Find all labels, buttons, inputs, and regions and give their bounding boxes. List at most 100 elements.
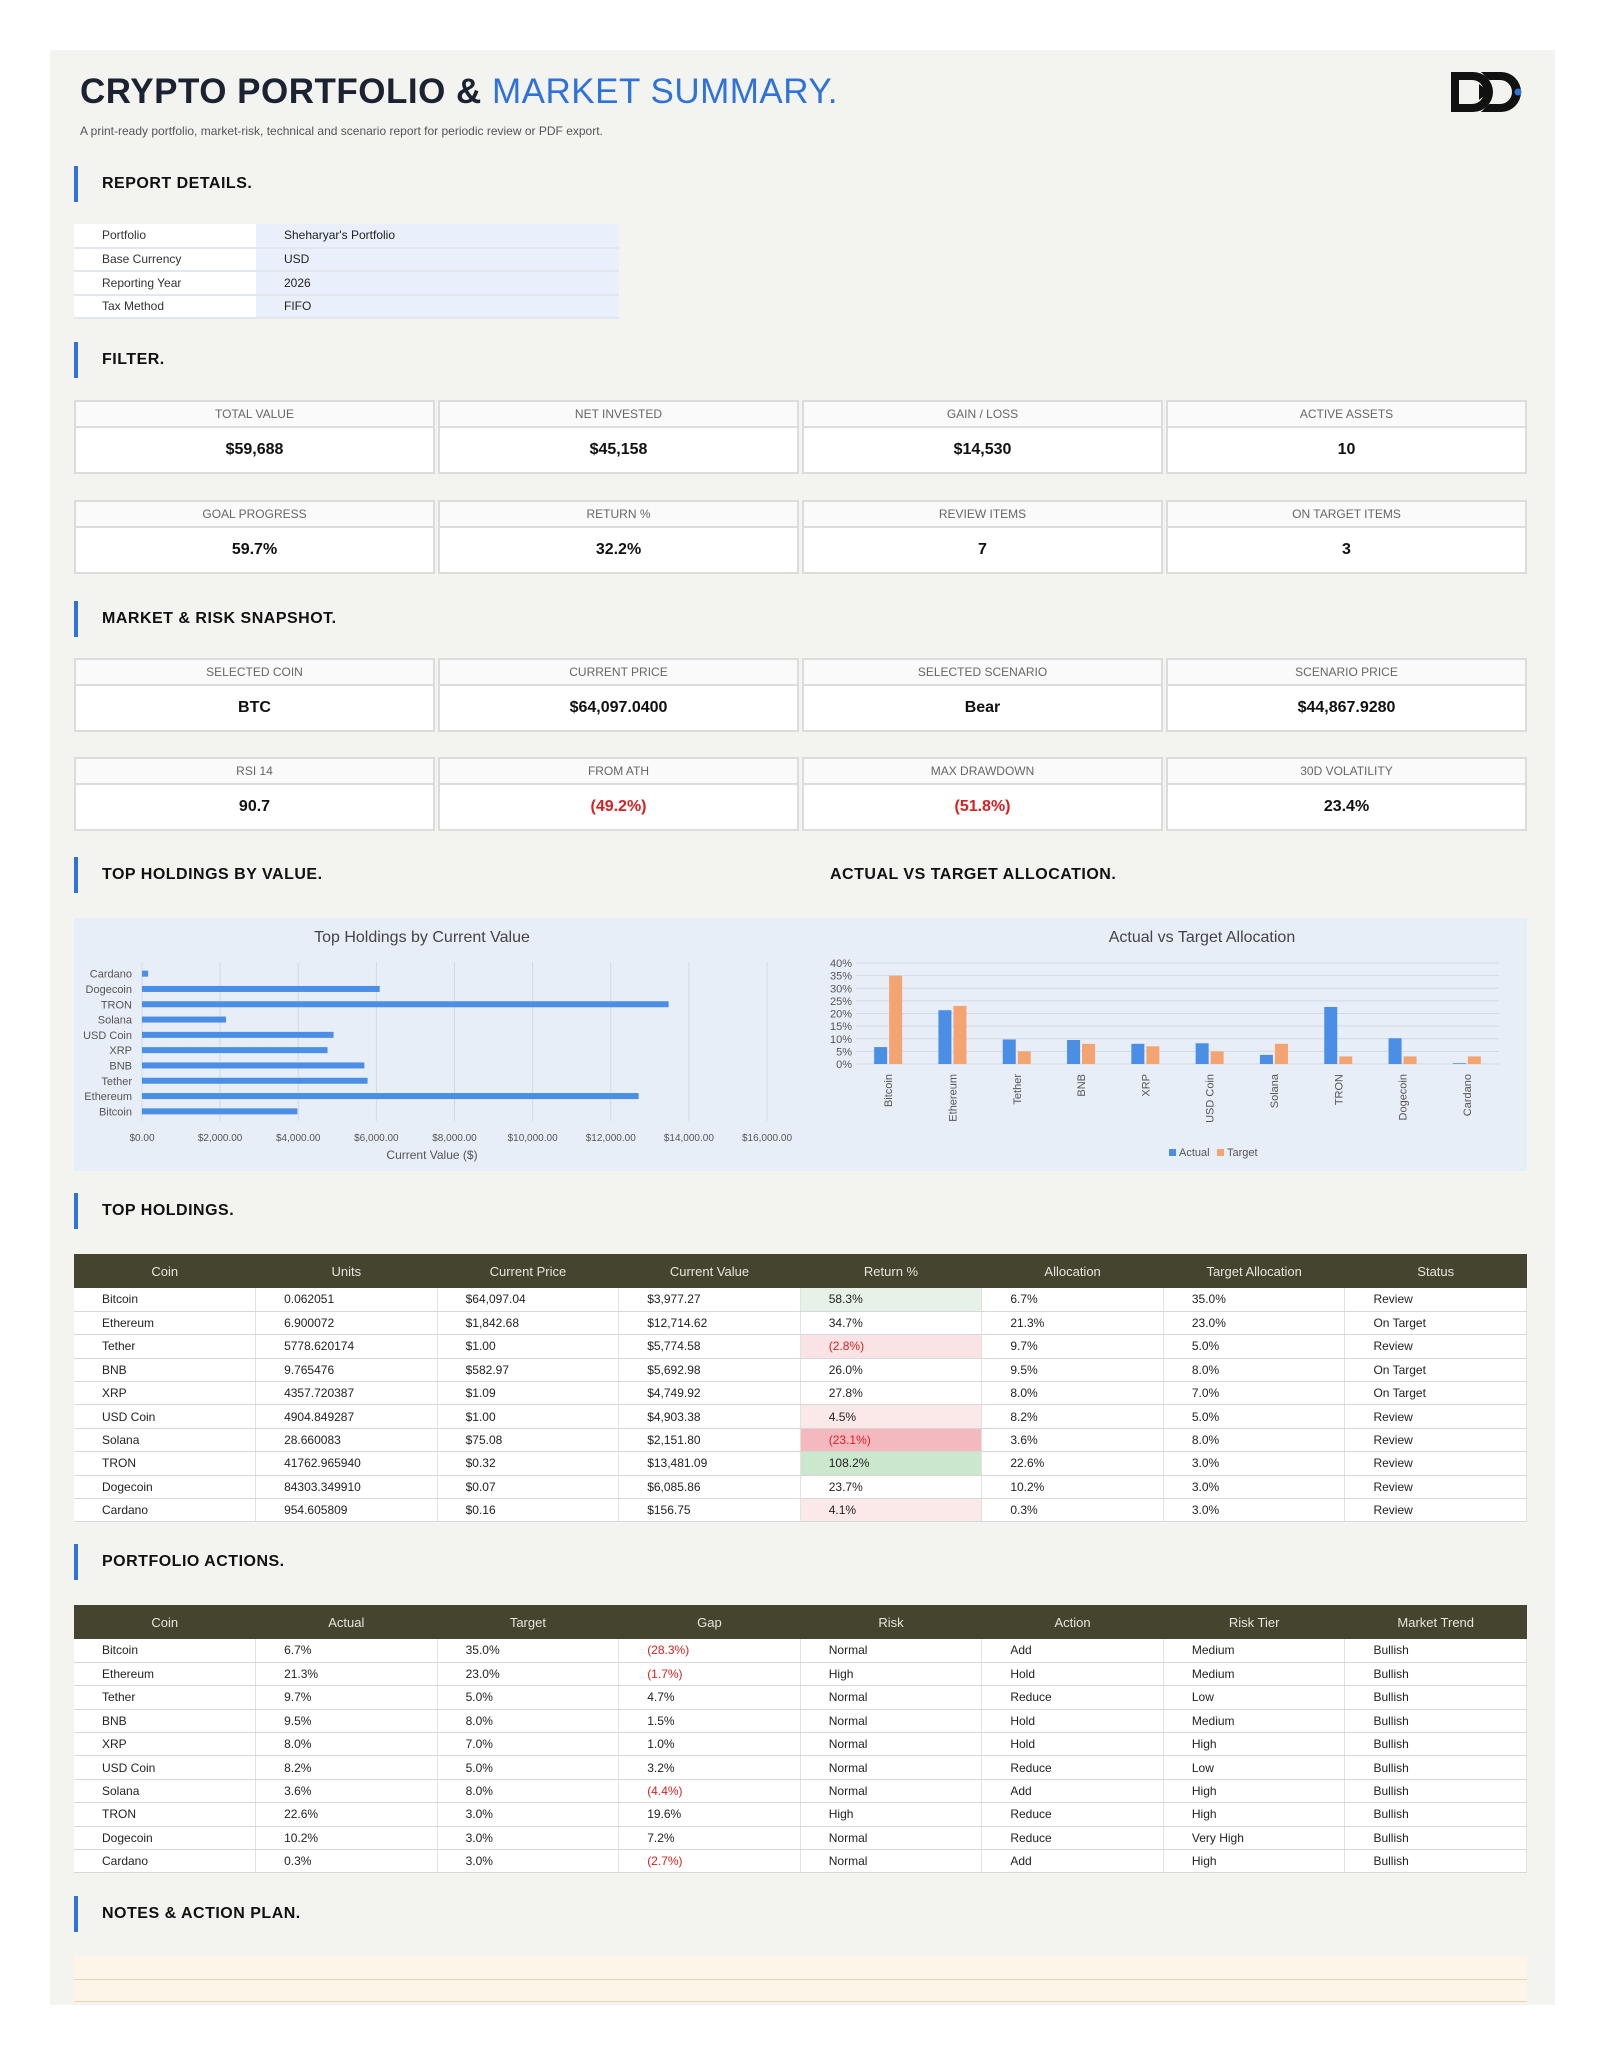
cell-price: $0.32	[437, 1451, 620, 1476]
actions-table: Coin Actual Target Gap Risk Action Risk …	[74, 1605, 1527, 1874]
cell-action: Add	[981, 1639, 1164, 1663]
kpi-value: $45,158	[589, 441, 648, 458]
cell-gap: 3.2%	[618, 1755, 801, 1780]
cell-risk: Normal	[800, 1779, 983, 1804]
bar-target-solana	[1274, 1043, 1288, 1064]
cell-status: Review	[1344, 1475, 1527, 1500]
kpi-label: ON TARGET ITEMS	[1168, 502, 1525, 528]
kpi-return: RETURN % 32.2%	[438, 500, 799, 574]
notes-line[interactable]	[74, 1956, 1527, 1980]
charts-panel: Top Holdings by Current Value $0.00 $2,000…	[74, 918, 1527, 1171]
cell-coin: BNB	[74, 1709, 257, 1734]
cell-action: Hold	[981, 1662, 1164, 1687]
cell-price: $75.08	[437, 1428, 620, 1453]
detail-key: Portfolio	[74, 224, 256, 249]
cell-trend: Bullish	[1344, 1802, 1527, 1827]
cell-actual: 0.3%	[255, 1849, 438, 1874]
col-header: Return %	[800, 1254, 982, 1288]
y-tick-label: Cardano	[90, 969, 132, 981]
cell-tier: Low	[1163, 1755, 1346, 1780]
table-row: Solana 28.660083 $75.08 $2,151.80 (23.1%) 3.6…	[74, 1428, 1527, 1453]
bar-tron	[142, 1001, 669, 1008]
cell-target: 3.0%	[1163, 1451, 1346, 1476]
cell-target: 7.0%	[437, 1732, 620, 1757]
kpi-label: NET INVESTED	[440, 402, 797, 428]
cell-status: On Target	[1344, 1311, 1527, 1336]
kpi-value: $64,097.0400	[569, 699, 668, 716]
cell-coin: Solana	[74, 1428, 257, 1453]
cell-alloc: 10.2%	[981, 1475, 1164, 1500]
report-details-table: Portfolio Sheharyar's Portfolio Base Curr…	[74, 224, 619, 319]
cell-target: 7.0%	[1163, 1381, 1346, 1406]
cell-target: 23.0%	[437, 1662, 620, 1687]
cell-gap: (1.7%)	[618, 1662, 801, 1687]
holdings-table: Coin Units Current Price Current Value R…	[74, 1254, 1527, 1523]
y-tick-label: 10%	[830, 1034, 852, 1046]
notes-line[interactable]	[74, 1980, 1527, 2002]
section-top-holdings-value: TOP HOLDINGS BY VALUE.	[74, 857, 323, 893]
cell-coin: BNB	[74, 1358, 257, 1383]
cell-alloc: 8.0%	[981, 1381, 1164, 1406]
y-tick-label: 40%	[830, 958, 852, 970]
cell-target: 5.0%	[1163, 1334, 1346, 1359]
bar-solana	[142, 1016, 227, 1023]
table-row: Dogecoin 10.2% 3.0% 7.2% Normal Reduce Very Hi…	[74, 1826, 1527, 1851]
cell-ret: 4.1%	[800, 1498, 983, 1523]
table-row: BNB 9.5% 8.0% 1.5% Normal Hold Medium Bullish	[74, 1709, 1527, 1734]
cell-gap: 4.7%	[618, 1685, 801, 1710]
kpi-gain-loss: GAIN / LOSS $14,530	[802, 400, 1163, 474]
legend-swatch-actual	[1169, 1149, 1176, 1156]
detail-value: USD	[256, 247, 619, 272]
cell-ret: 23.7%	[800, 1475, 983, 1500]
kpi-from-ath: FROM ATH (49.2%)	[438, 757, 799, 831]
kpi-label: MAX DRAWDOWN	[804, 759, 1161, 785]
cell-value: $2,151.80	[618, 1428, 801, 1453]
cell-actual: 21.3%	[255, 1662, 438, 1687]
table-row: Solana 3.6% 8.0% (4.4%) Normal Add High Bullish	[74, 1779, 1527, 1804]
cell-price: $1.00	[437, 1334, 620, 1359]
bar-bnb	[142, 1062, 365, 1069]
cell-coin: Cardano	[74, 1849, 257, 1874]
page-subtitle: A print-ready portfolio, market-risk, te…	[80, 124, 603, 138]
bar-cardano	[142, 970, 149, 977]
y-tick-label: 15%	[830, 1021, 852, 1033]
cell-tier: High	[1163, 1732, 1346, 1757]
detail-value: Sheharyar's Portfolio	[256, 224, 619, 249]
cell-action: Reduce	[981, 1802, 1164, 1827]
bar-target-dogecoin	[1403, 1056, 1417, 1064]
cell-risk: High	[800, 1802, 983, 1827]
cell-coin: Dogecoin	[74, 1475, 257, 1500]
x-tick-label: Solana	[1269, 1073, 1281, 1108]
x-tick-label: $14,000.00	[664, 1133, 714, 1144]
cell-units: 41762.965940	[255, 1451, 438, 1476]
cell-actual: 10.2%	[255, 1826, 438, 1851]
detail-key: Reporting Year	[74, 271, 256, 296]
cell-gap: 7.2%	[618, 1826, 801, 1851]
kpi-rsi: RSI 14 90.7	[74, 757, 435, 831]
cell-gap: 19.6%	[618, 1802, 801, 1827]
cell-coin: Tether	[74, 1334, 257, 1359]
cell-coin: XRP	[74, 1732, 257, 1757]
col-header: Gap	[618, 1605, 801, 1639]
x-tick-label: Dogecoin	[1398, 1074, 1410, 1120]
y-tick-label: XRP	[109, 1045, 132, 1057]
detail-value: FIFO	[256, 294, 619, 319]
kpi-selected-coin: SELECTED COIN BTC	[74, 658, 435, 732]
cell-alloc: 6.7%	[981, 1288, 1164, 1312]
cell-actual: 3.6%	[255, 1779, 438, 1804]
cell-action: Add	[981, 1779, 1164, 1804]
title-dark: CRYPTO PORTFOLIO &	[80, 72, 482, 111]
detail-row: Portfolio Sheharyar's Portfolio	[74, 224, 619, 249]
cell-trend: Bullish	[1344, 1732, 1527, 1757]
x-tick-label: XRP	[1140, 1074, 1152, 1097]
kpi-value: Bear	[964, 699, 1001, 716]
page-title: CRYPTO PORTFOLIO & MARKET SUMMARY.	[80, 72, 838, 112]
kpi-label: REVIEW ITEMS	[804, 502, 1161, 528]
y-tick-label: Dogecoin	[86, 984, 132, 996]
cell-alloc: 9.7%	[981, 1334, 1164, 1359]
y-tick-label: Tether	[101, 1076, 132, 1088]
cell-tier: High	[1163, 1779, 1346, 1804]
cell-units: 28.660083	[255, 1428, 438, 1453]
kpi-value: BTC	[238, 699, 271, 716]
bar-actual-usd-coin	[1195, 1043, 1209, 1064]
